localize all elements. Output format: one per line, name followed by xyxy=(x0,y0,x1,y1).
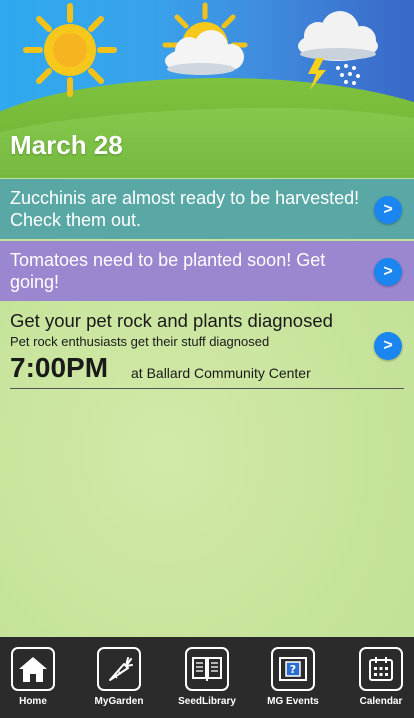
content-area: Zucchinis are almost ready to be harvest… xyxy=(0,178,414,637)
tab-mg-events[interactable]: ? MG Events xyxy=(258,647,328,713)
event-time: 7:00PM xyxy=(10,352,109,383)
harvest-notice-arrow-button[interactable]: > xyxy=(374,196,402,224)
tab-seedlibrary[interactable]: SeedLibrary xyxy=(172,647,242,713)
planting-notice[interactable]: Tomatoes need to be planted soon! Get go… xyxy=(0,241,414,301)
event-subtitle: Pet rock enthusiasts get their stuff dia… xyxy=(10,334,270,349)
help-screen-icon: ? xyxy=(271,647,315,691)
planting-notice-arrow-button[interactable]: > xyxy=(374,258,402,286)
event-title: Get your pet rock and plants diagnosed xyxy=(10,310,333,331)
event-item[interactable]: Get your pet rock and plants diagnosed P… xyxy=(0,308,414,389)
storm-cloud-icon xyxy=(298,11,378,90)
partly-cloudy-icon xyxy=(162,2,248,75)
event-arrow-button[interactable]: > xyxy=(374,332,402,360)
tab-home-label: Home xyxy=(19,696,47,707)
svg-text:?: ? xyxy=(290,663,296,676)
home-icon xyxy=(11,647,55,691)
bottom-tab-bar: Home MyGarden SeedLibrary ? MG Events Ca… xyxy=(0,637,414,718)
calendar-icon xyxy=(359,647,403,691)
tab-mygarden[interactable]: MyGarden xyxy=(84,647,154,713)
tab-calendar-label: Calendar xyxy=(359,696,403,707)
event-location: at Ballard Community Center xyxy=(131,365,311,381)
tab-home[interactable]: Home xyxy=(0,647,68,713)
page-date: March 28 xyxy=(10,130,123,160)
carrot-icon xyxy=(97,647,141,691)
tab-mygarden-label: MyGarden xyxy=(94,696,144,707)
tab-calendar[interactable]: Calendar xyxy=(346,647,414,713)
planting-notice-text: Tomatoes need to be planted soon! Get go… xyxy=(10,250,326,292)
tab-mg-events-label: MG Events xyxy=(267,696,319,707)
tab-seedlibrary-label: SeedLibrary xyxy=(178,696,236,707)
sun-icon xyxy=(23,3,117,97)
divider xyxy=(10,388,404,389)
harvest-notice-text: Zucchinis are almost ready to be harvest… xyxy=(10,188,360,230)
book-icon xyxy=(185,647,229,691)
harvest-notice[interactable]: Zucchinis are almost ready to be harvest… xyxy=(0,179,414,239)
weather-header: March 28 xyxy=(0,0,414,178)
